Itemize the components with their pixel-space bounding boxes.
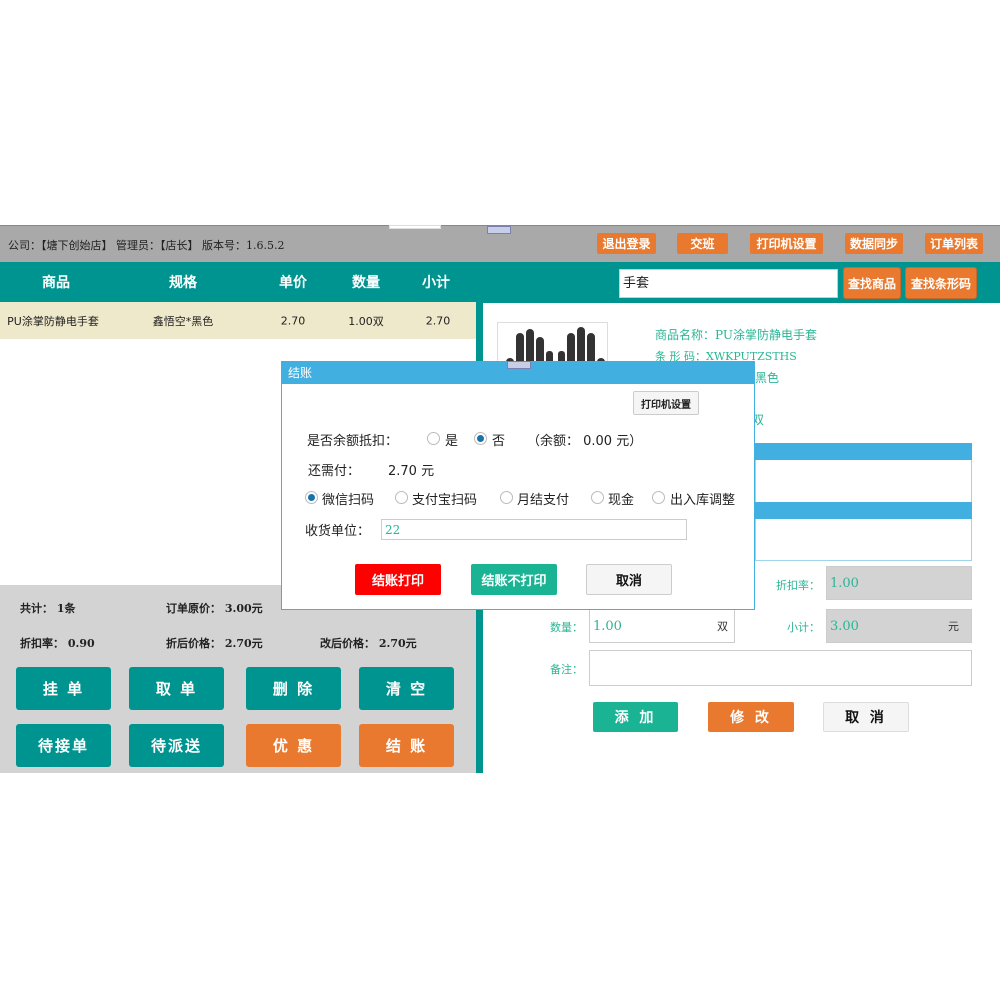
pay-monthly-label: 月结支付 (517, 493, 570, 508)
list-header-bar (755, 502, 972, 519)
total-label: 共计： (20, 602, 53, 615)
cart-header: 商品 规格 单价 数量 小计 (0, 262, 476, 302)
pay-alipay-label: 支付宝扫码 (412, 493, 478, 508)
pay-alipay-radio[interactable] (395, 491, 408, 504)
subtotal-field: 3.00 元 (826, 609, 972, 643)
rate-field-label: 折扣率： (776, 579, 820, 592)
receiver-label: 收货单位： (305, 524, 371, 539)
due-label: 还需付： (308, 464, 361, 479)
form-cancel-button[interactable]: 取 消 (823, 702, 909, 732)
logout-button[interactable]: 退出登录 (597, 233, 656, 254)
pending-delivery-button[interactable]: 待派送 (129, 724, 224, 767)
pay-stock-radio[interactable] (652, 491, 665, 504)
cell-subtotal: 2.70 (425, 314, 451, 327)
qty-unit: 双 (717, 620, 728, 633)
balance-amount: （余额： 0.00 元） (527, 434, 643, 449)
product-name: 商品名称：PU涂掌防静电手套 (655, 328, 817, 342)
order-list-button[interactable]: 订单列表 (925, 233, 983, 254)
dialog-handle[interactable] (507, 361, 531, 369)
add-button[interactable]: 添 加 (593, 702, 678, 732)
clear-button[interactable]: 清 空 (359, 667, 454, 710)
mod-value: 2.70元 (378, 637, 417, 650)
product-spec: 黑色 (755, 371, 780, 385)
retrieve-order-button[interactable]: 取 单 (129, 667, 224, 710)
pay-wechat-label: 微信扫码 (322, 493, 375, 508)
pending-accept-button[interactable]: 待接单 (16, 724, 111, 767)
mod-label: 改后价格： (320, 637, 375, 650)
delete-button[interactable]: 删 除 (246, 667, 341, 710)
pay-wechat-radio[interactable] (305, 491, 318, 504)
cell-spec: 鑫悟空*黑色 (152, 314, 214, 328)
checkout-button[interactable]: 结 账 (359, 724, 454, 767)
cell-price: 2.70 (280, 314, 306, 327)
cell-product: PU涂掌防静电手套 (7, 314, 99, 328)
pay-cash-radio[interactable] (591, 491, 604, 504)
pay-cash-label: 现金 (608, 493, 635, 508)
dialog-printer-button[interactable]: 打印机设置 (633, 391, 699, 415)
balance-no-label: 否 (492, 434, 506, 449)
edit-button[interactable]: 修 改 (708, 702, 794, 732)
orig-value: 3.00元 (224, 602, 263, 615)
rate-value: 0.90 (67, 637, 95, 650)
cell-qty: 1.00双 (348, 314, 384, 328)
balance-no-radio[interactable] (474, 432, 487, 445)
balance-yes-radio[interactable] (427, 432, 440, 445)
note-input[interactable] (589, 650, 972, 686)
disc-value: 2.70元 (224, 637, 263, 650)
receiver-input[interactable]: 22 (381, 519, 687, 540)
disc-label: 折后价格： (166, 637, 221, 650)
pay-stock-label: 出入库调整 (670, 493, 736, 508)
qty-label: 数量： (550, 621, 583, 634)
printer-settings-button[interactable]: 打印机设置 (750, 233, 823, 254)
rate-field: 1.00 (826, 566, 972, 600)
find-barcode-button[interactable]: 查找条形码 (905, 267, 977, 299)
subtotal-label: 小计： (787, 621, 820, 634)
orig-label: 订单原价： (166, 602, 221, 615)
store-info: 公司：【塘下创始店】 管理员：【店长】 版本号：1.6.5.2 (8, 239, 285, 252)
search-input[interactable]: 手套 (619, 269, 838, 298)
pay-noprint-button[interactable]: 结账不打印 (471, 564, 557, 595)
rate-label: 折扣率： (20, 637, 64, 650)
resize-handle[interactable] (487, 226, 511, 234)
balance-label: 是否余额抵扣： (307, 434, 399, 449)
subtotal-unit: 元 (948, 620, 959, 633)
pay-monthly-radio[interactable] (500, 491, 513, 504)
dialog-cancel-button[interactable]: 取消 (586, 564, 672, 595)
checkout-dialog: 结账 打印机设置 是否余额抵扣： 是 否 （余额： 0.00 元） 还需付： 2… (281, 361, 755, 610)
note-label: 备注： (550, 663, 583, 676)
data-sync-button[interactable]: 数据同步 (845, 233, 903, 254)
rate-field-value: 1.00 (830, 575, 859, 591)
list-header-bar (755, 443, 972, 460)
qty-value: 1.00 (593, 618, 622, 634)
col-product: 商品 (42, 275, 70, 291)
col-price: 单价 (279, 275, 307, 291)
window-fragment (389, 225, 441, 229)
find-product-button[interactable]: 查找商品 (843, 267, 901, 299)
total-value: 1条 (56, 602, 76, 615)
col-subtotal: 小计 (422, 275, 450, 291)
balance-yes-label: 是 (445, 434, 459, 449)
col-spec: 规格 (169, 275, 197, 291)
due-value: 2.70 元 (388, 464, 435, 479)
shift-change-button[interactable]: 交班 (677, 233, 728, 254)
pay-print-button[interactable]: 结账打印 (355, 564, 441, 595)
table-row[interactable]: PU涂掌防静电手套 鑫悟空*黑色 2.70 1.00双 2.70 (0, 302, 476, 339)
col-qty: 数量 (352, 275, 380, 291)
qty-input[interactable]: 1.00 双 (589, 609, 735, 643)
subtotal-value: 3.00 (830, 618, 859, 634)
discount-button[interactable]: 优 惠 (246, 724, 341, 767)
hold-order-button[interactable]: 挂 单 (16, 667, 111, 710)
